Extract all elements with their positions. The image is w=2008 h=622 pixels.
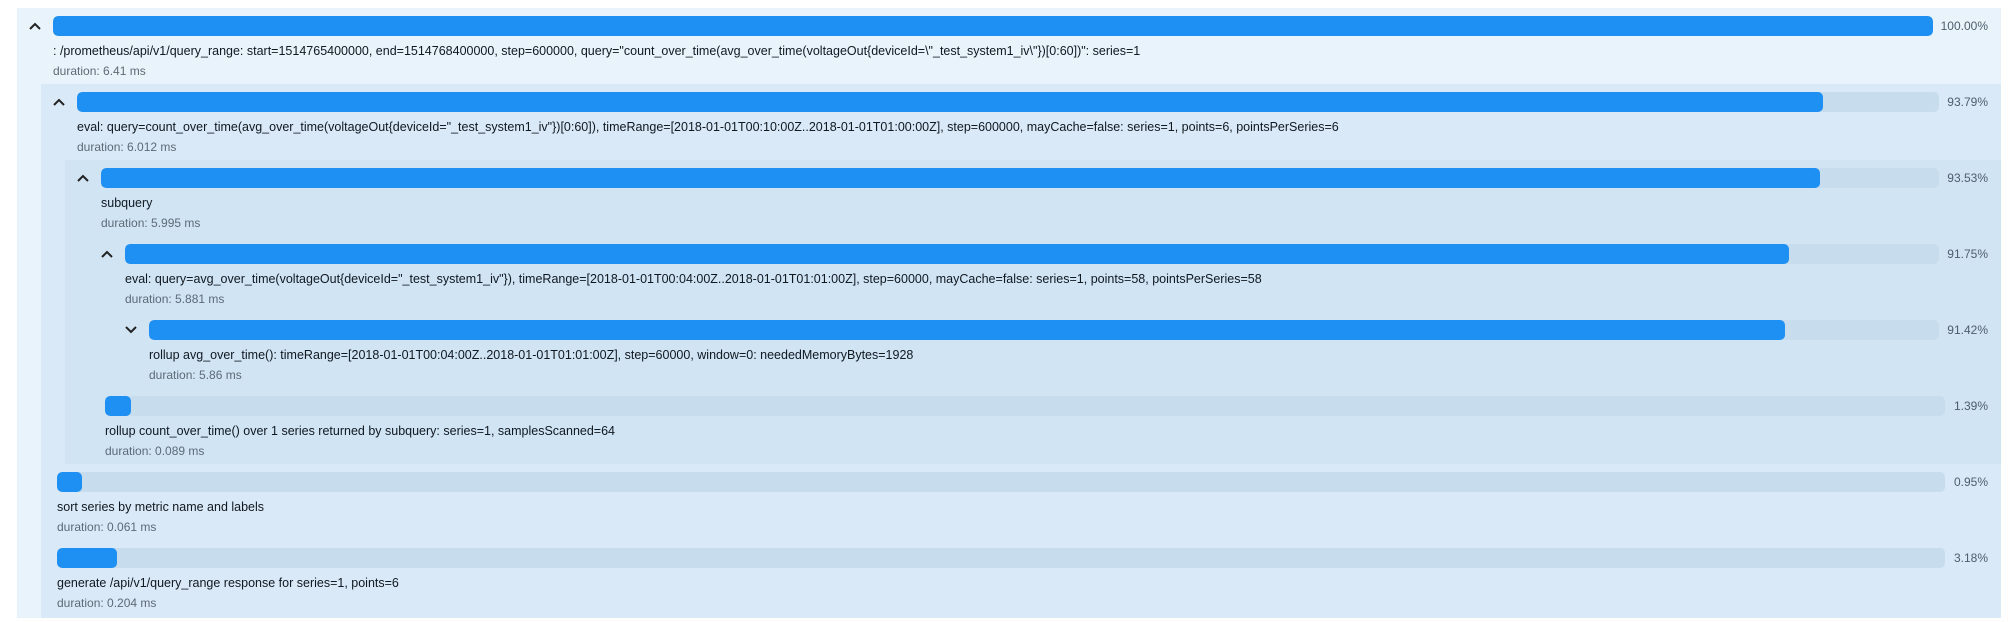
duration-bar-fill	[53, 16, 1933, 36]
trace-duration: duration: 5.881 ms	[125, 292, 225, 306]
duration-bar-fill	[125, 244, 1790, 264]
trace-row: 91.42% rollup avg_over_time(): timeRange…	[0, 318, 2008, 394]
trace-duration: duration: 6.41 ms	[53, 64, 146, 78]
trace-row: 1.39% rollup count_over_time() over 1 se…	[0, 394, 2008, 470]
duration-bar-track	[149, 320, 1939, 340]
duration-bar-track	[105, 396, 1945, 416]
chevron-up-icon[interactable]	[47, 90, 71, 114]
trace-message: sort series by metric name and labels	[57, 500, 265, 514]
duration-bar-fill	[101, 168, 1821, 188]
duration-percent: 93.79%	[1947, 95, 1988, 109]
duration-bar-track	[53, 16, 1933, 36]
duration-percent: 100.00%	[1940, 19, 1988, 33]
trace-row: 91.75% eval: query=avg_over_time(voltage…	[0, 242, 2008, 318]
chevron-up-icon[interactable]	[95, 242, 119, 266]
duration-percent: 91.42%	[1947, 323, 1988, 337]
trace-row: 100.00% : /prometheus/api/v1/query_range…	[0, 14, 2008, 90]
trace-message: generate /api/v1/query_range response fo…	[57, 576, 399, 590]
trace-message: rollup avg_over_time(): timeRange=[2018-…	[149, 348, 914, 362]
trace-row: 93.53% subquery duration: 5.995 ms	[0, 166, 2008, 242]
duration-percent: 93.53%	[1947, 171, 1988, 185]
chevron-up-icon[interactable]	[71, 166, 95, 190]
duration-percent: 91.75%	[1947, 247, 1988, 261]
duration-bar-fill	[105, 396, 131, 416]
duration-bar-track	[101, 168, 1939, 188]
trace-duration: duration: 5.86 ms	[149, 368, 242, 382]
chevron-up-icon[interactable]	[23, 14, 47, 38]
trace-message: rollup count_over_time() over 1 series r…	[105, 424, 615, 438]
duration-bar-track	[125, 244, 1939, 264]
trace-message: subquery	[101, 196, 153, 210]
trace-row: 3.18% generate /api/v1/query_range respo…	[0, 546, 2008, 622]
duration-percent: 1.39%	[1953, 399, 1988, 413]
trace-duration: duration: 0.089 ms	[105, 444, 205, 458]
trace-duration: duration: 0.061 ms	[57, 520, 157, 534]
trace-duration: duration: 5.995 ms	[101, 216, 201, 230]
duration-percent: 0.95%	[1953, 475, 1988, 489]
trace-duration: duration: 6.012 ms	[77, 140, 177, 154]
duration-bar-fill	[149, 320, 1786, 340]
duration-bar-track	[77, 92, 1939, 112]
duration-bar-track	[57, 548, 1945, 568]
trace-message: eval: query=avg_over_time(voltageOut{dev…	[125, 272, 1262, 286]
trace-message: : /prometheus/api/v1/query_range: start=…	[53, 44, 1141, 58]
duration-percent: 3.18%	[1953, 551, 1988, 565]
duration-bar-fill	[57, 548, 118, 568]
duration-bar-track	[57, 472, 1945, 492]
duration-bar-fill	[57, 472, 82, 492]
chevron-down-icon[interactable]	[119, 318, 143, 342]
trace-duration: duration: 0.204 ms	[57, 596, 157, 610]
trace-message: eval: query=count_over_time(avg_over_tim…	[77, 120, 1339, 134]
trace-row: 0.95% sort series by metric name and lab…	[0, 470, 2008, 546]
trace-row: 93.79% eval: query=count_over_time(avg_o…	[0, 90, 2008, 166]
duration-bar-fill	[77, 92, 1824, 112]
